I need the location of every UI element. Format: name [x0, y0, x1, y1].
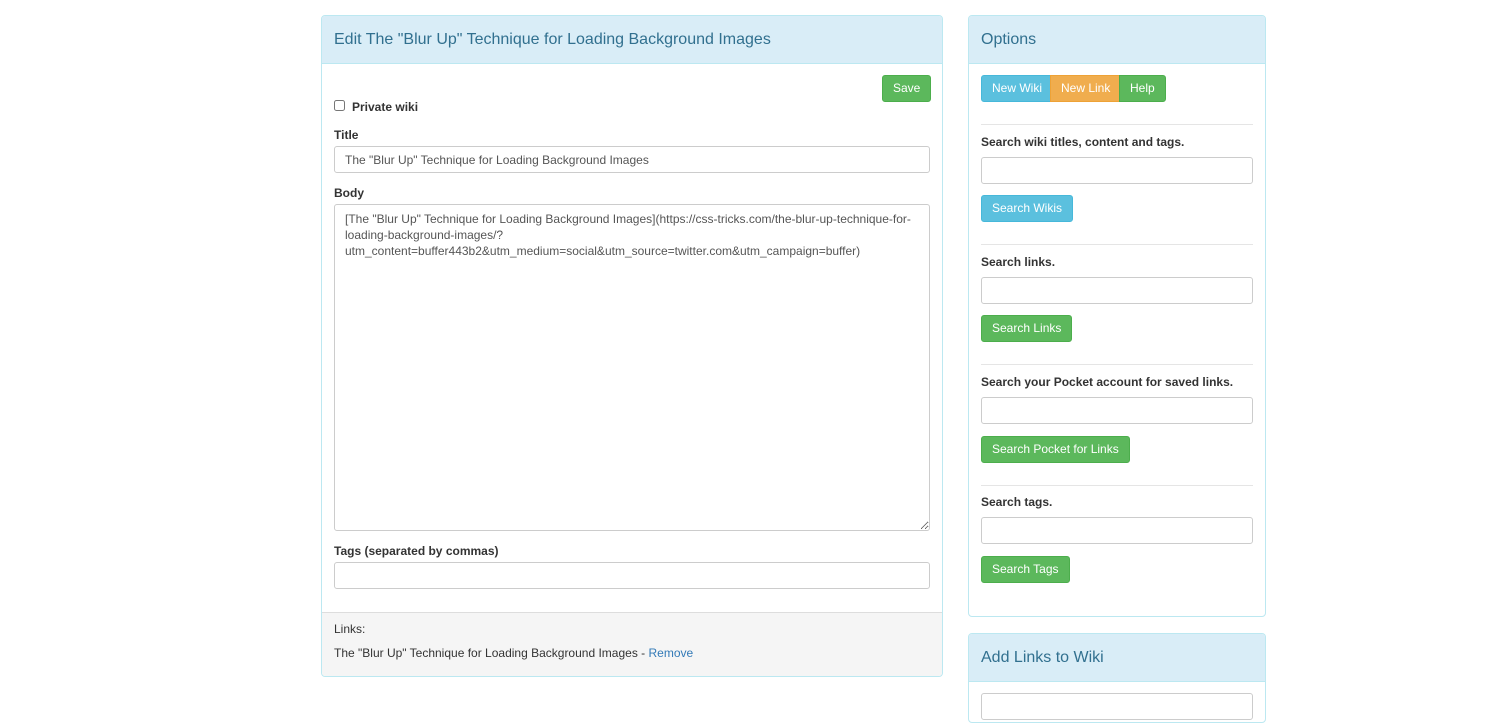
add-links-input[interactable] — [981, 693, 1253, 720]
save-button[interactable]: Save — [882, 75, 932, 102]
search-links-button[interactable]: Search Links — [981, 315, 1073, 342]
edit-panel-heading: Edit The "Blur Up" Technique for Loading… — [322, 16, 942, 64]
links-footer: Links: The "Blur Up" Technique for Loadi… — [322, 612, 942, 676]
search-tags-input[interactable] — [981, 517, 1253, 544]
search-wiki-input[interactable] — [981, 157, 1253, 184]
add-links-heading: Add Links to Wiki — [969, 634, 1265, 682]
search-links-input[interactable] — [981, 277, 1253, 304]
linked-item: The "Blur Up" Technique for Loading Back… — [334, 646, 693, 660]
tags-label: Tags (separated by commas) — [334, 544, 499, 558]
body-textarea[interactable]: [The "Blur Up" Technique for Loading Bac… — [334, 204, 930, 531]
title-label: Title — [334, 128, 359, 142]
search-tags-button[interactable]: Search Tags — [981, 556, 1070, 583]
search-tags-label: Search tags. — [981, 495, 1053, 509]
private-wiki-label: Private wiki — [352, 100, 419, 114]
title-input[interactable] — [334, 146, 930, 173]
options-panel: Options New Wiki New Link Help Search wi… — [968, 15, 1266, 617]
private-wiki-checkbox[interactable] — [334, 100, 345, 111]
edit-wiki-panel: Edit The "Blur Up" Technique for Loading… — [321, 15, 943, 677]
search-pocket-input[interactable] — [981, 397, 1253, 424]
search-pocket-button[interactable]: Search Pocket for Links — [981, 436, 1130, 463]
help-button[interactable]: Help — [1119, 75, 1166, 102]
divider — [981, 485, 1253, 486]
search-wiki-label: Search wiki titles, content and tags. — [981, 135, 1185, 149]
new-wiki-button[interactable]: New Wiki — [981, 75, 1053, 102]
body-label: Body — [334, 186, 364, 200]
remove-link[interactable]: Remove — [648, 646, 693, 660]
divider — [981, 244, 1253, 245]
new-link-button[interactable]: New Link — [1050, 75, 1122, 102]
options-panel-heading: Options — [969, 16, 1265, 64]
search-pocket-label: Search your Pocket account for saved lin… — [981, 375, 1234, 389]
divider — [981, 124, 1253, 125]
tags-input[interactable] — [334, 562, 930, 589]
add-links-panel: Add Links to Wiki — [968, 633, 1266, 723]
search-wikis-button[interactable]: Search Wikis — [981, 195, 1074, 222]
search-links-label: Search links. — [981, 255, 1056, 269]
links-label: Links: — [334, 622, 366, 636]
linked-item-title: The "Blur Up" Technique for Loading Back… — [334, 646, 649, 660]
divider — [981, 364, 1253, 365]
